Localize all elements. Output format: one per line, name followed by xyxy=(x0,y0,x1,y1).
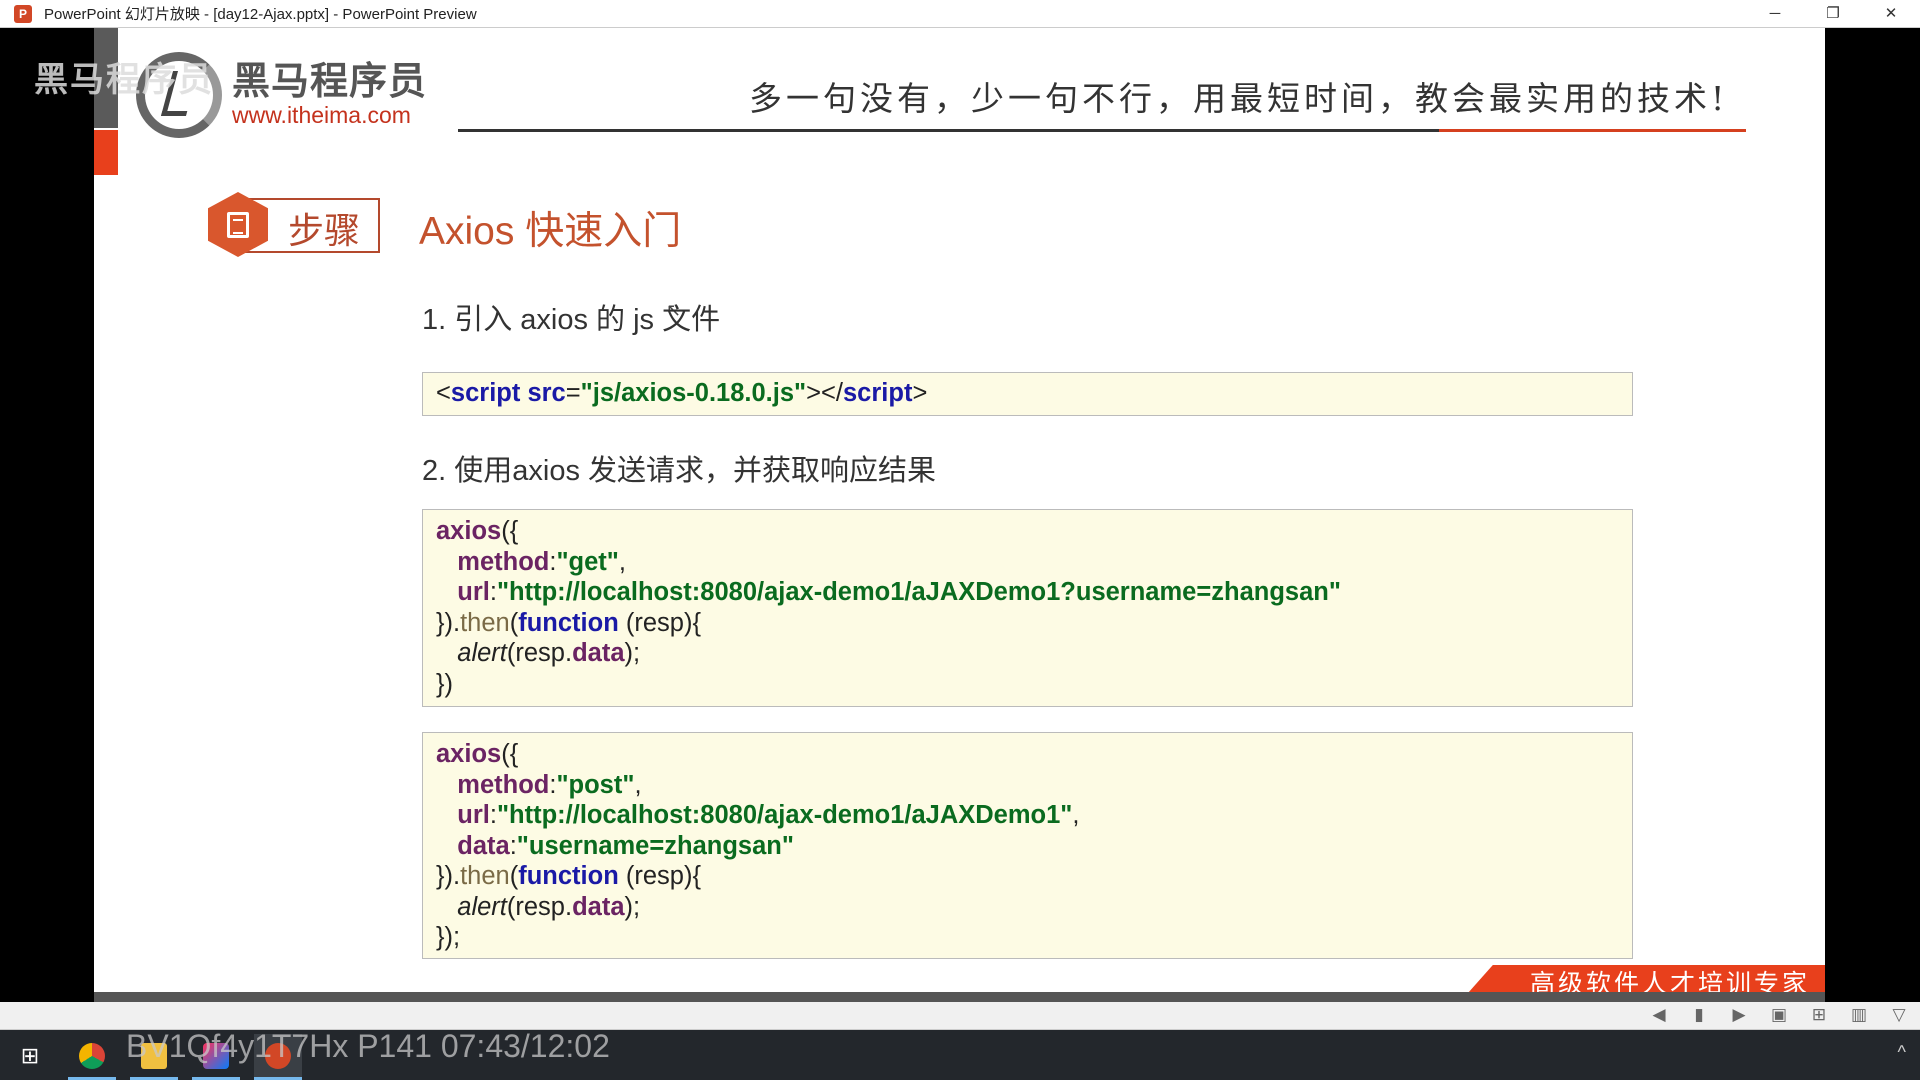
document-icon xyxy=(227,211,249,238)
powerpoint-icon: P xyxy=(14,4,32,23)
header-divider-accent xyxy=(1439,129,1746,132)
badge-label: 步骤 xyxy=(288,210,361,251)
normal-view-button[interactable]: ▣ xyxy=(1768,1005,1790,1025)
start-button[interactable]: ⊞ xyxy=(6,1034,54,1078)
pause-button[interactable]: ▮ xyxy=(1688,1005,1710,1025)
logo-url: www.itheima.com xyxy=(232,102,411,128)
previous-slide-button[interactable]: ◀ xyxy=(1648,1005,1670,1025)
slideshow-view-button[interactable]: ▽ xyxy=(1888,1005,1910,1025)
step-1: 1. 引入 axios 的 js 文件 xyxy=(422,304,721,336)
slogan: 多一句没有，少一句不行，用最短时间，教会最实用的技术! xyxy=(749,79,1729,118)
taskbar-chrome[interactable] xyxy=(68,1034,116,1080)
video-overlay-text: BV1Qf4y1T7Hx P141 07:43/12:02 xyxy=(126,1028,610,1064)
chevron-up-icon[interactable]: ^ xyxy=(1898,1042,1906,1063)
code-block-get: axios({ method:"get", url:"http://localh… xyxy=(422,509,1633,707)
restore-button[interactable]: ❐ xyxy=(1804,0,1862,28)
code-block-post: axios({ method:"post", url:"http://local… xyxy=(422,732,1633,959)
slide-bottom-edge xyxy=(94,992,1825,1002)
header-red-block xyxy=(94,130,118,175)
watermark: 黑马程序员 xyxy=(34,61,214,99)
slide-title: Axios 快速入门 xyxy=(419,210,682,253)
logo-name: 黑马程序员 xyxy=(232,61,428,103)
slide-sorter-button[interactable]: ⊞ xyxy=(1808,1005,1830,1025)
slide: 黑马程序员 www.itheima.com 多一句没有，少一句不行，用最短时间，… xyxy=(94,28,1825,1002)
next-slide-button[interactable]: ▶ xyxy=(1728,1005,1750,1025)
reading-view-button[interactable]: ▥ xyxy=(1848,1005,1870,1025)
close-button[interactable]: ✕ xyxy=(1862,0,1920,28)
step-2: 2. 使用axios 发送请求，并获取响应结果 xyxy=(422,455,937,487)
title-bar: P PowerPoint 幻灯片放映 - [day12-Ajax.pptx] -… xyxy=(0,0,1920,28)
slideshow-control-bar: ◀ ▮ ▶ ▣ ⊞ ▥ ▽ xyxy=(0,1002,1920,1030)
window-title: PowerPoint 幻灯片放映 - [day12-Ajax.pptx] - P… xyxy=(44,6,477,23)
chrome-icon xyxy=(79,1043,105,1069)
minimize-button[interactable]: ─ xyxy=(1746,0,1804,28)
code-block-script-include: <script src="js/axios-0.18.0.js"></scrip… xyxy=(422,372,1633,416)
steps-badge: 步骤 xyxy=(208,192,380,257)
windows-icon: ⊞ xyxy=(20,1043,40,1068)
